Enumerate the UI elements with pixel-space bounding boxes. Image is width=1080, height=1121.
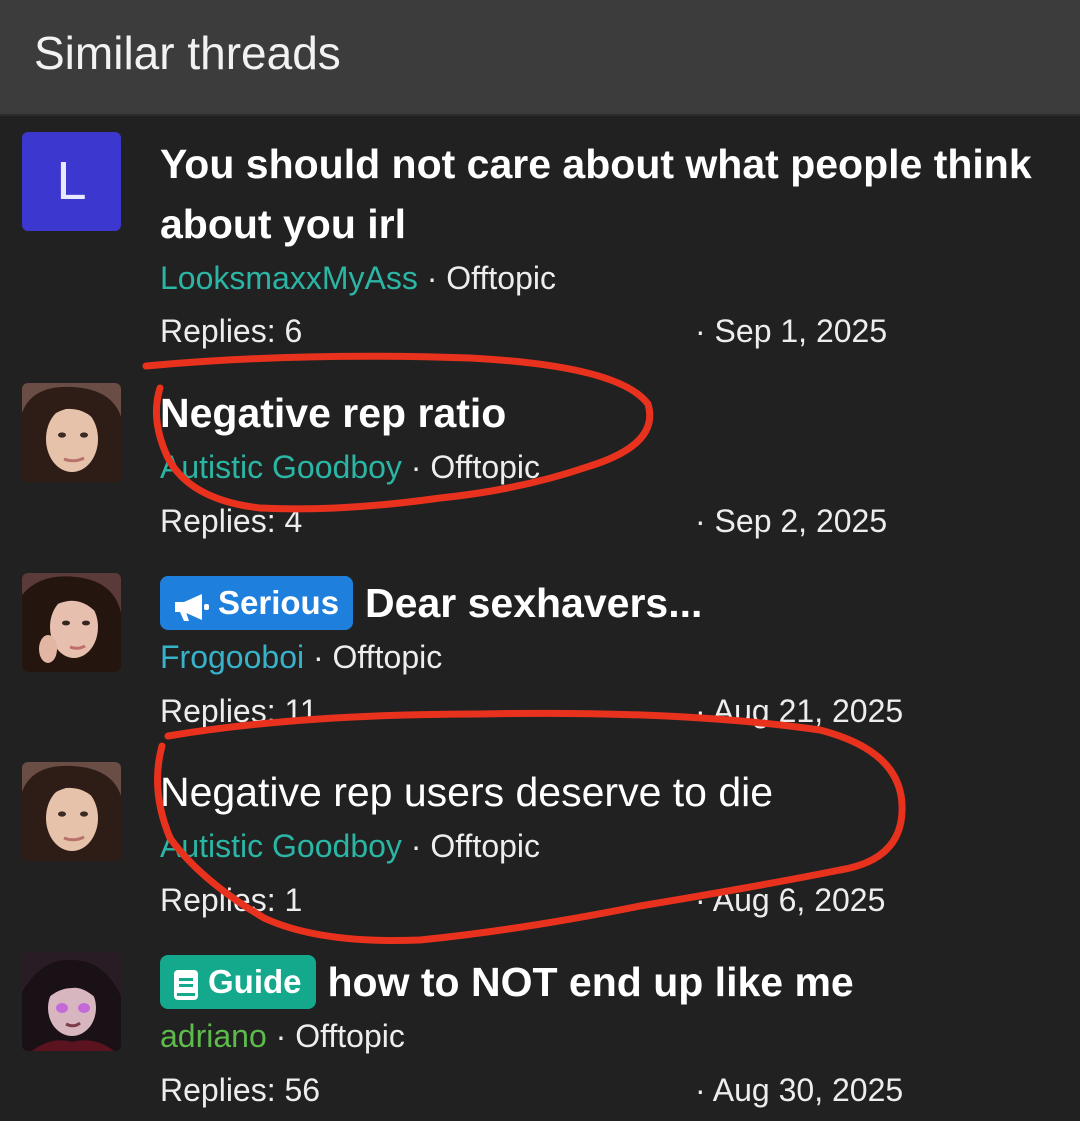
avatar[interactable]: L — [22, 132, 121, 231]
thread-title[interactable]: Negative rep ratio — [160, 383, 506, 443]
separator: · — [695, 1072, 706, 1108]
thread-date-value: Sep 2, 2025 — [714, 503, 888, 539]
avatar-photo — [22, 573, 121, 672]
book-icon — [174, 970, 198, 1000]
separator: · — [695, 693, 706, 729]
thread-title-line[interactable]: Serious Dear sexhavers... — [160, 573, 702, 633]
thread-replies: Replies: 6 — [160, 313, 303, 349]
separator: · — [275, 1018, 287, 1054]
thread-title[interactable]: Dear sexhavers... — [365, 580, 702, 626]
similar-threads-page: Similar threads L You should not care ab… — [0, 0, 1080, 1121]
avatar-photo — [22, 383, 121, 482]
thread-date-value: Aug 30, 2025 — [712, 1072, 904, 1108]
thread-date-value: Aug 21, 2025 — [712, 693, 904, 729]
thread-title[interactable]: Negative rep users deserve to die — [160, 762, 773, 822]
thread-meta: Frogooboi · Offtopic — [160, 637, 442, 677]
avatar[interactable] — [22, 762, 121, 861]
separator: · — [312, 639, 324, 675]
thread-date: · Sep 1, 2025 — [695, 311, 887, 351]
prefix-label: Serious — [218, 584, 340, 621]
thread-replies: Replies: 11 — [160, 693, 318, 729]
block-title: Similar threads — [34, 27, 341, 79]
thread-meta: Autistic Goodboy · Offtopic — [160, 447, 540, 487]
thread-date: · Aug 6, 2025 — [695, 880, 885, 920]
thread-meta: adriano · Offtopic — [160, 1016, 405, 1056]
avatar-photo — [22, 952, 121, 1051]
thread-meta: LooksmaxxMyAss · Offtopic — [160, 258, 556, 298]
thread-date-value: Sep 1, 2025 — [714, 313, 888, 349]
thread-forum[interactable]: Offtopic — [333, 639, 443, 675]
thread-date-value: Aug 6, 2025 — [712, 882, 886, 918]
avatar[interactable] — [22, 383, 121, 482]
separator: · — [695, 313, 706, 349]
separator: · — [410, 828, 422, 864]
thread-date: · Sep 2, 2025 — [695, 501, 887, 541]
thread-replies: Replies: 1 — [160, 882, 303, 918]
thread-forum[interactable]: Offtopic — [430, 449, 540, 485]
thread-forum[interactable]: Offtopic — [295, 1018, 405, 1054]
thread-replies: Replies: 56 — [160, 1072, 321, 1108]
thread-date: · Aug 30, 2025 — [695, 1070, 903, 1110]
thread-forum[interactable]: Offtopic — [446, 260, 556, 296]
separator: · — [410, 449, 422, 485]
avatar-photo — [22, 762, 121, 861]
thread-title[interactable]: You should not care about what people th… — [160, 134, 1055, 254]
megaphone-icon — [175, 594, 209, 621]
thread-author[interactable]: Frogooboi — [160, 639, 304, 675]
prefix-serious-badge[interactable]: Serious — [160, 576, 354, 630]
thread-author[interactable]: adriano — [160, 1018, 267, 1054]
thread-forum[interactable]: Offtopic — [430, 828, 540, 864]
thread-author[interactable]: LooksmaxxMyAss — [160, 260, 418, 296]
avatar[interactable] — [22, 573, 121, 672]
prefix-guide-badge[interactable]: Guide — [160, 955, 316, 1009]
thread-title-line[interactable]: Guide how to NOT end up like me — [160, 952, 854, 1012]
avatar[interactable] — [22, 952, 121, 1051]
thread-title[interactable]: how to NOT end up like me — [328, 959, 854, 1005]
thread-author[interactable]: Autistic Goodboy — [160, 828, 402, 864]
thread-replies: Replies: 4 — [160, 503, 303, 539]
separator: · — [695, 503, 706, 539]
block-header: Similar threads — [0, 0, 1080, 116]
thread-meta: Autistic Goodboy · Offtopic — [160, 826, 540, 866]
prefix-label: Guide — [208, 963, 302, 1000]
separator: · — [426, 260, 438, 296]
thread-date: · Aug 21, 2025 — [695, 691, 903, 731]
thread-author[interactable]: Autistic Goodboy — [160, 449, 402, 485]
separator: · — [695, 882, 706, 918]
